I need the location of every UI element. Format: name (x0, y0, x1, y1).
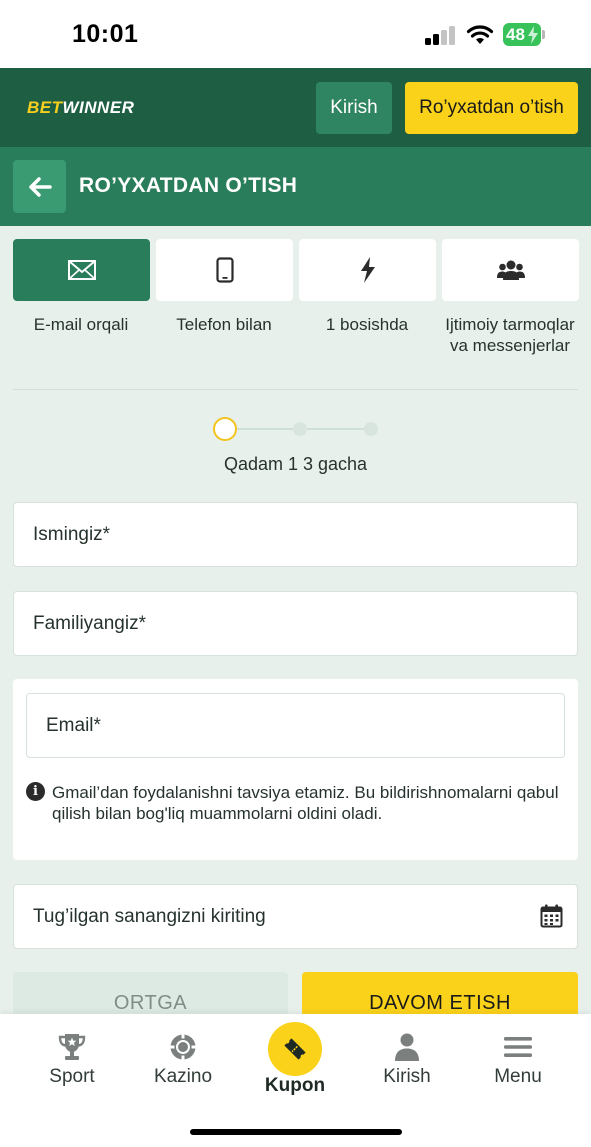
battery-level: 48 (506, 25, 525, 44)
method-label-social: Ijtimoiy tarmoqlar va messenjerlar (445, 315, 575, 355)
nav-label-kirish: Kirish (383, 1066, 431, 1087)
hamburger-icon (504, 1037, 532, 1057)
nav-label-menu: Menu (494, 1066, 542, 1087)
nav-label-kupon[interactable]: Kupon (240, 1075, 350, 1097)
header-register-button[interactable]: Ro’yxatdan o’tish (405, 82, 578, 134)
birthdate-field[interactable]: Tug’ilgan sanangizni kiriting (13, 884, 578, 949)
envelope-icon (67, 260, 96, 280)
first-name-placeholder: Ismingiz* (33, 523, 111, 545)
header-login-button[interactable]: Kirish (316, 82, 392, 134)
user-icon (395, 1033, 419, 1061)
last-name-field[interactable]: Familiyangiz* (13, 591, 578, 656)
nav-label-sport: Sport (49, 1066, 95, 1087)
method-label-phone: Telefon bilan (176, 315, 272, 334)
trophy-icon (58, 1034, 86, 1060)
status-time: 10:01 (72, 20, 139, 48)
last-name-placeholder: Familiyangiz* (33, 612, 146, 634)
stepper-text: Qadam 1 3 gacha (223, 454, 368, 474)
method-tab-one-click[interactable] (299, 239, 436, 301)
step-1-indicator (213, 417, 237, 441)
phone-icon (215, 257, 234, 283)
nav-label-kazino: Kazino (153, 1066, 213, 1087)
step-3-indicator (364, 422, 378, 436)
back-arrow-button[interactable] (13, 160, 66, 213)
page-title: RO’YXATDAN O’TISH (79, 174, 298, 197)
lightning-icon (360, 257, 375, 283)
betwinner-logo[interactable]: BETWINNER (27, 98, 134, 118)
wifi-icon (466, 25, 494, 44)
nav-item-menu[interactable]: Menu (463, 1030, 573, 1088)
method-label-one-click: 1 bosishda (325, 315, 409, 334)
casino-chip-icon (170, 1034, 196, 1060)
home-indicator[interactable] (190, 1129, 402, 1135)
nav-item-kazino[interactable]: Kazino (128, 1030, 238, 1088)
info-icon: i (26, 782, 45, 801)
nav-item-kupon[interactable] (268, 1022, 322, 1076)
email-hint-text: Gmail’dan foydalanishni tavsiya etamiz. … (52, 783, 559, 823)
method-tab-phone[interactable] (156, 239, 293, 301)
method-label-email: E-mail orqali (33, 315, 129, 334)
birthdate-placeholder: Tug’ilgan sanangizni kiriting (33, 905, 266, 927)
ticket-icon (284, 1038, 306, 1060)
email-field[interactable]: Email* (26, 693, 565, 758)
calendar-icon[interactable] (540, 904, 563, 928)
arrow-left-icon (28, 176, 52, 197)
method-tab-email[interactable] (13, 239, 150, 301)
battery-tip (542, 30, 545, 39)
charging-bolt-icon (528, 26, 538, 44)
people-icon (496, 260, 525, 280)
first-name-field[interactable]: Ismingiz* (13, 502, 578, 567)
method-tab-social[interactable] (442, 239, 579, 301)
email-placeholder: Email* (46, 714, 101, 736)
step-2-indicator (293, 422, 307, 436)
signal-icon (425, 25, 457, 45)
section-divider (13, 389, 578, 390)
nav-item-kirish[interactable]: Kirish (352, 1030, 462, 1088)
nav-item-sport[interactable]: Sport (17, 1030, 127, 1088)
